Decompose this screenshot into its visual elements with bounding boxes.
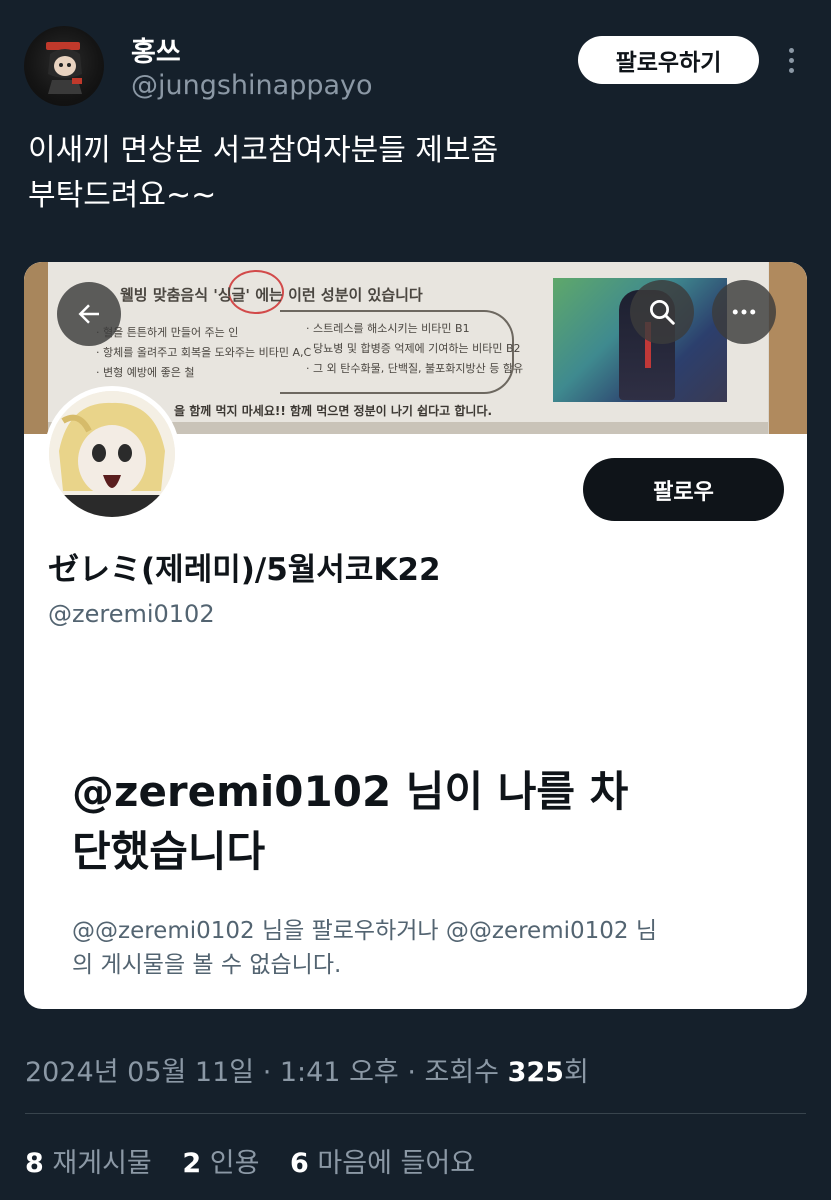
more-button[interactable] (712, 280, 776, 344)
likes-stat[interactable]: 6 마음에 들어요 (290, 1148, 475, 1179)
author-display-name[interactable]: 홍쓰 (131, 30, 181, 69)
likes-count: 6 (290, 1148, 309, 1179)
blocked-desc-line: @@zeremi0102 님을 팔로우하거나 @@zeremi0102 님 (72, 918, 657, 944)
likes-label: 마음에 들어요 (317, 1148, 476, 1179)
banner-frame (769, 262, 807, 434)
banner-text: · 스트레스를 해소시키는 비타민 B1 (306, 322, 470, 335)
tweet-text-line: 이새끼 면상본 서코참여자분들 제보좀 (28, 133, 499, 168)
more-horizontal-icon (732, 309, 756, 315)
author-avatar[interactable] (24, 26, 104, 106)
blocked-description: @@zeremi0102 님을 팔로우하거나 @@zeremi0102 님 의 … (72, 914, 772, 982)
banner-frame (24, 262, 48, 434)
attached-image[interactable]: 웰빙 맞춤음식 '싱글' 에는 이런 성분이 있습니다 · 혈을 튼튼하게 만들… (24, 262, 807, 1009)
tweet-container: 홍쓰 @jungshinappayo 팔로우하기 이새끼 면상본 서코참여자분들… (0, 0, 831, 1200)
banner-text: · 항체를 올려주고 회복을 도와주는 비타민 A,C (96, 346, 312, 359)
tweet-timestamp[interactable]: 2024년 05월 11일 · 1:41 오후 · 조회수 325회 (25, 1050, 589, 1089)
anime-avatar-icon (46, 42, 82, 94)
views-count: 325 (507, 1057, 564, 1088)
reposts-stat[interactable]: 8 재게시물 (25, 1148, 152, 1179)
arrow-left-icon (78, 304, 99, 324)
reposts-count: 8 (25, 1148, 44, 1179)
views-suffix: 회 (563, 1057, 589, 1088)
search-button[interactable] (630, 280, 694, 344)
profile-handle: @zeremi0102 (48, 600, 215, 628)
back-button[interactable] (57, 282, 121, 346)
blocked-desc-line: 의 게시물을 볼 수 없습니다. (72, 952, 342, 978)
more-vertical-icon[interactable] (780, 42, 802, 78)
banner-text: · 그 외 탄수화물, 단백질, 불포화지방산 등 함유 (306, 362, 524, 375)
tweet-text: 이새끼 면상본 서코참여자분들 제보좀 부탁드려요~~ (28, 128, 788, 218)
timestamp-text: 2024년 05월 11일 · 1:41 오후 · 조회수 (25, 1057, 508, 1088)
banner-text: 을 함께 먹지 마세요!! 함께 먹으면 정분이 나기 쉽다고 합니다. (174, 404, 493, 418)
banner-text: · 당뇨병 및 합병증 억제에 기여하는 비타민 B2 (306, 342, 521, 355)
tweet-text-line: 부탁드려요~~ (28, 178, 217, 213)
quotes-label: 인용 (209, 1148, 260, 1179)
profile-follow-button[interactable]: 팔로우 (583, 458, 784, 521)
profile-name: ゼレミ(제레미)/5월서코K22 (48, 552, 441, 588)
engagement-stats: 8 재게시물 2 인용 6 마음에 들어요 (25, 1141, 497, 1180)
blocked-title-line: 단했습니다 (72, 827, 266, 876)
banner-title: 웰빙 맞춤음식 '싱글' 에는 이런 성분이 있습니다 (120, 286, 423, 304)
divider (25, 1113, 806, 1114)
quotes-stat[interactable]: 2 인용 (182, 1148, 259, 1179)
reposts-label: 재게시물 (52, 1148, 152, 1179)
search-icon (650, 300, 675, 325)
banner-text: · 변형 예방에 좋은 철 (96, 366, 195, 379)
blocked-title: @zeremi0102 님이 나를 차 단했습니다 (72, 762, 772, 882)
quotes-count: 2 (182, 1148, 202, 1179)
anime-avatar-icon (49, 391, 175, 517)
author-handle[interactable]: @jungshinappayo (131, 70, 373, 101)
blocked-title-line: @zeremi0102 님이 나를 차 (72, 767, 629, 816)
profile-avatar[interactable] (44, 386, 180, 522)
follow-button[interactable]: 팔로우하기 (578, 36, 759, 84)
